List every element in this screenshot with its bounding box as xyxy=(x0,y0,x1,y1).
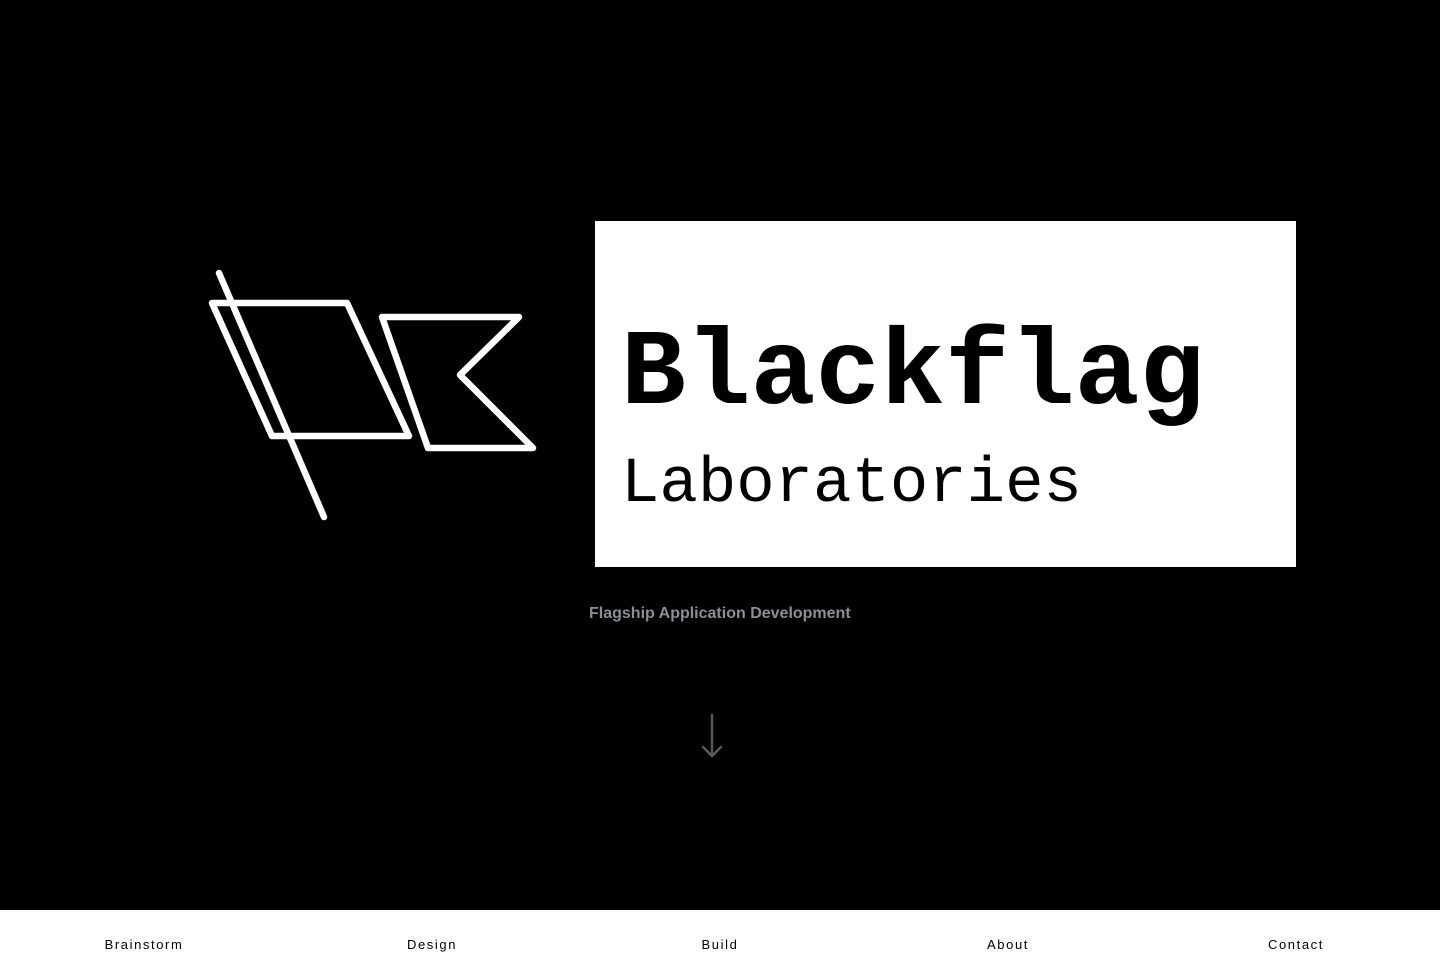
brand-name-secondary: Laboratories xyxy=(621,449,1082,521)
wordmark-box: Blackflag Laboratories xyxy=(595,221,1296,567)
tagline: Flagship Application Development xyxy=(589,605,851,622)
nav-item-design[interactable]: Design xyxy=(407,936,457,954)
nav-item-contact[interactable]: Contact xyxy=(1268,936,1324,954)
bottom-nav: Brainstorm Design Build About Contact xyxy=(0,910,1440,980)
brand-name-primary: Blackflag xyxy=(621,314,1205,436)
flag-icon xyxy=(208,269,537,521)
nav-item-build[interactable]: Build xyxy=(702,936,739,954)
arrow-down-icon[interactable] xyxy=(699,712,725,762)
landing-page: Blackflag Laboratories Flagship Applicat… xyxy=(0,0,1440,980)
nav-item-brainstorm[interactable]: Brainstorm xyxy=(105,936,184,954)
nav-item-about[interactable]: About xyxy=(987,936,1029,954)
